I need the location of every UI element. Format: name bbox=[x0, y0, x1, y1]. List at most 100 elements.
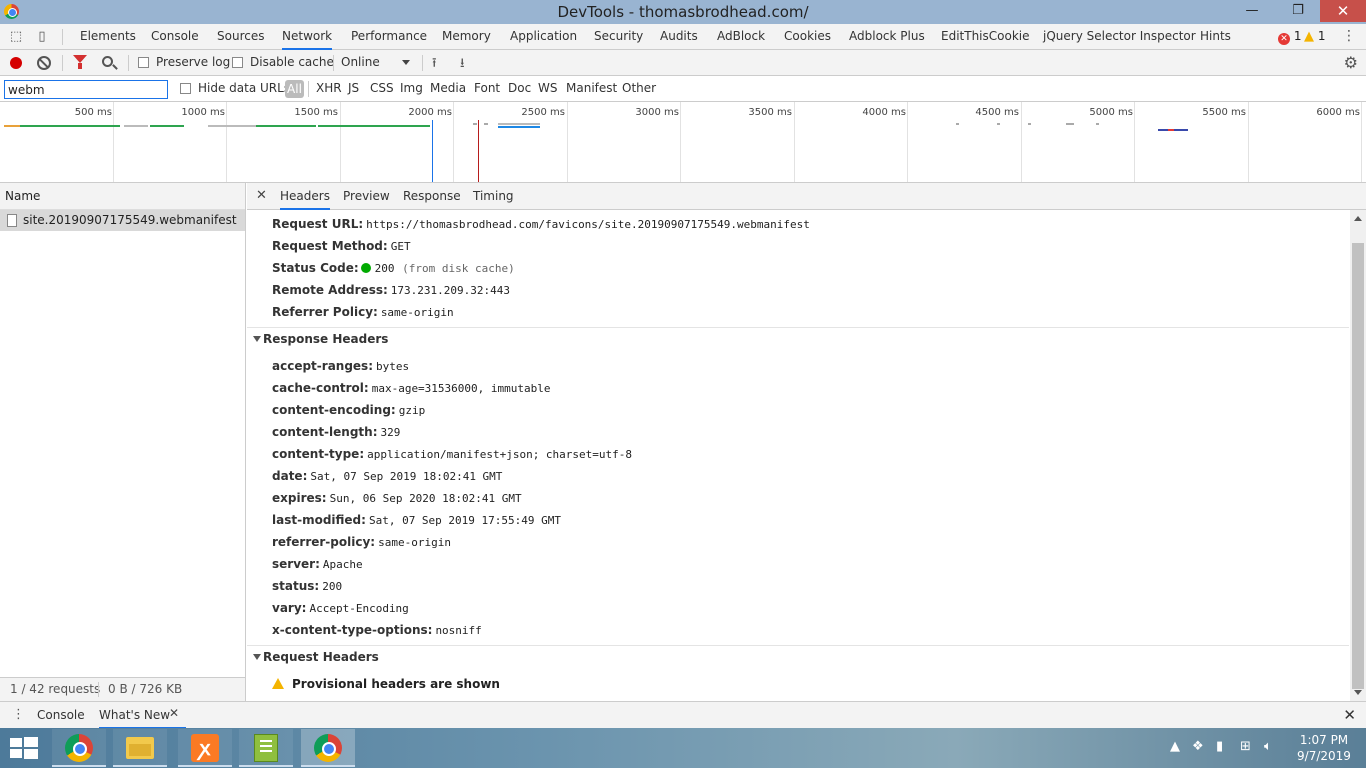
taskbar-notepad[interactable] bbox=[239, 729, 293, 767]
gear-icon[interactable]: ⚙ bbox=[1344, 53, 1358, 72]
close-icon[interactable]: ✕ bbox=[256, 188, 267, 203]
filter-type-media[interactable]: Media bbox=[430, 81, 466, 95]
referrer-policy-row: Referrer Policy: same-origin bbox=[272, 305, 454, 319]
warning-icon bbox=[272, 678, 284, 689]
filter-type-font[interactable]: Font bbox=[474, 81, 500, 95]
taskbar-chrome-devtools[interactable] bbox=[301, 729, 355, 767]
tab-response[interactable]: Response bbox=[403, 183, 461, 210]
tab-application[interactable]: Application bbox=[510, 24, 577, 50]
import-har-icon[interactable]: ⭱ bbox=[432, 54, 437, 76]
tab-performance[interactable]: Performance bbox=[351, 24, 427, 50]
tick-label: 5500 ms bbox=[1202, 107, 1246, 118]
filter-type-ws[interactable]: WS bbox=[538, 81, 557, 95]
tab-sources[interactable]: Sources bbox=[217, 24, 264, 50]
request-bar bbox=[1096, 123, 1099, 125]
window-title: DevTools - thomasbrodhead.com/ bbox=[557, 3, 809, 21]
filter-type-manifest[interactable]: Manifest bbox=[566, 81, 617, 95]
tab-console[interactable]: Console bbox=[151, 24, 199, 50]
network-summary-bar: 1 / 42 requests 0 B / 726 KB transferred bbox=[0, 677, 245, 719]
close-icon[interactable]: ✕ bbox=[169, 706, 179, 720]
table-row[interactable]: site.20190907175549.webmanifest bbox=[0, 210, 245, 231]
taskbar-file-explorer[interactable] bbox=[113, 729, 167, 767]
request-name[interactable]: site.20190907175549.webmanifest bbox=[23, 213, 237, 227]
scroll-down-icon[interactable] bbox=[1354, 690, 1362, 695]
device-toolbar-icon[interactable]: ▯ bbox=[33, 28, 51, 46]
tab-editthiscookie[interactable]: EditThisCookie bbox=[941, 24, 1030, 50]
volume-icon[interactable]: 🔈︎ bbox=[1264, 739, 1272, 754]
tab-elements[interactable]: Elements bbox=[80, 24, 136, 50]
taskbar-xampp[interactable]: ꭗ bbox=[178, 729, 232, 767]
request-bar bbox=[208, 125, 256, 127]
filter-type-xhr[interactable]: XHR bbox=[316, 81, 342, 95]
tab-security[interactable]: Security bbox=[594, 24, 643, 50]
tab-headers[interactable]: Headers bbox=[280, 183, 330, 210]
windows-start-icon[interactable] bbox=[10, 737, 38, 759]
more-tools-icon[interactable]: ⋮ bbox=[12, 707, 25, 722]
header-row: vary: Accept-Encoding bbox=[272, 601, 409, 615]
clock-date: 9/7/2019 bbox=[1297, 749, 1351, 763]
scrollbar-thumb[interactable] bbox=[1352, 243, 1364, 689]
maximize-button[interactable]: ❐ bbox=[1276, 0, 1320, 22]
minimize-button[interactable]: — bbox=[1230, 0, 1274, 22]
taskbar-chrome[interactable] bbox=[52, 729, 106, 767]
filter-type-all[interactable]: All bbox=[285, 80, 304, 98]
show-hidden-icons-icon[interactable]: ▲ bbox=[1170, 739, 1180, 754]
response-headers-section[interactable]: Response Headers bbox=[247, 327, 1349, 349]
disable-cache-label[interactable]: Disable cache bbox=[250, 55, 334, 69]
close-drawer-icon[interactable]: ✕ bbox=[1343, 706, 1356, 724]
filter-type-js[interactable]: JS bbox=[348, 81, 359, 95]
grid-line bbox=[680, 102, 681, 182]
more-options-icon[interactable]: ⋮ bbox=[1342, 28, 1356, 44]
chevron-down-icon[interactable] bbox=[402, 60, 410, 65]
drawer-tab-console[interactable]: Console bbox=[37, 702, 85, 729]
tick-label: 4500 ms bbox=[975, 107, 1019, 118]
tab-timing[interactable]: Timing bbox=[473, 183, 514, 210]
filter-type-other[interactable]: Other bbox=[622, 81, 656, 95]
tab-network[interactable]: Network bbox=[282, 24, 333, 50]
taskbar-clock[interactable]: 1:07 PM 9/7/2019 bbox=[1289, 732, 1359, 764]
tab-audits[interactable]: Audits bbox=[660, 24, 698, 50]
search-icon[interactable] bbox=[102, 56, 113, 67]
tick-label: 500 ms bbox=[74, 107, 112, 118]
tab-adblock[interactable]: AdBlock bbox=[717, 24, 765, 50]
tab-jquery-selector-inspector[interactable]: jQuery Selector Inspector bbox=[1043, 24, 1196, 50]
filter-type-css[interactable]: CSS bbox=[370, 81, 394, 95]
filter-icon[interactable] bbox=[73, 55, 87, 69]
scrollbar[interactable] bbox=[1350, 210, 1366, 701]
filter-input[interactable] bbox=[4, 80, 168, 99]
tab-preview[interactable]: Preview bbox=[343, 183, 390, 210]
filter-type-img[interactable]: Img bbox=[400, 81, 423, 95]
tab-adblock-plus[interactable]: Adblock Plus bbox=[849, 24, 925, 50]
export-har-icon[interactable]: ⭳ bbox=[460, 54, 465, 76]
request-list-panel: Name site.20190907175549.webmanifest 1 /… bbox=[0, 183, 246, 719]
name-column-header[interactable]: Name bbox=[0, 183, 245, 210]
hide-data-urls-label[interactable]: Hide data URLs bbox=[198, 81, 290, 95]
record-icon[interactable] bbox=[10, 57, 22, 69]
power-icon[interactable]: ▮ bbox=[1216, 739, 1223, 754]
network-overview-timeline[interactable]: 500 ms 1000 ms 1500 ms 2000 ms 2500 ms 3… bbox=[0, 102, 1366, 183]
chrome-icon bbox=[314, 734, 342, 762]
filter-type-doc[interactable]: Doc bbox=[508, 81, 531, 95]
preserve-log-label[interactable]: Preserve log bbox=[156, 55, 230, 69]
tick-label: 3000 ms bbox=[635, 107, 679, 118]
error-count[interactable]: ✕ 1 bbox=[1278, 29, 1301, 45]
scroll-up-icon[interactable] bbox=[1354, 216, 1362, 221]
throttling-select[interactable]: Online bbox=[341, 55, 380, 69]
request-headers-section[interactable]: Request Headers bbox=[247, 645, 1349, 667]
close-window-button[interactable]: ✕ bbox=[1320, 0, 1366, 22]
hide-data-urls-checkbox[interactable] bbox=[180, 83, 191, 94]
tab-memory[interactable]: Memory bbox=[442, 24, 491, 50]
warning-count[interactable]: ▲ 1 bbox=[1304, 29, 1325, 44]
disable-cache-checkbox[interactable] bbox=[232, 57, 243, 68]
tab-hints[interactable]: Hints bbox=[1200, 24, 1231, 50]
dropbox-icon[interactable]: ❖ bbox=[1192, 739, 1204, 754]
header-row: status: 200 bbox=[272, 579, 343, 593]
network-icon[interactable]: ⊞ bbox=[1240, 739, 1251, 754]
header-row: content-encoding: gzip bbox=[272, 403, 426, 417]
clear-icon[interactable] bbox=[37, 56, 51, 70]
tab-cookies[interactable]: Cookies bbox=[784, 24, 831, 50]
header-row: accept-ranges: bytes bbox=[272, 359, 410, 373]
grid-line bbox=[1021, 102, 1022, 182]
inspect-element-icon[interactable]: ⬚ bbox=[7, 28, 25, 46]
preserve-log-checkbox[interactable] bbox=[138, 57, 149, 68]
